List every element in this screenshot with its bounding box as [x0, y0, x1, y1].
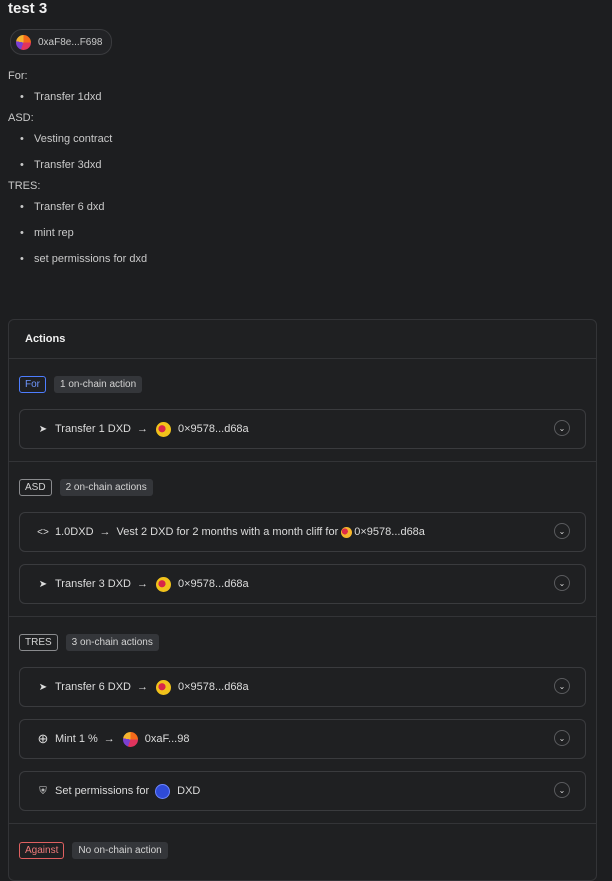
option-group-asd: ASD 2 on-chain actions <> 1.0DXD → Vest …	[9, 462, 596, 617]
recipient-address: 0×9578...d68a	[354, 526, 425, 538]
action-detail: Vest 2 DXD for 2 months with a month cli…	[116, 526, 339, 538]
action-label: Mint 1 %	[55, 733, 98, 745]
action-label: Transfer 3 DXD	[55, 578, 132, 590]
actions-panel: Actions For 1 on-chain action ➤ Transfer…	[8, 319, 597, 881]
action-row[interactable]: ➤ Transfer 1 DXD → 0×9578...d68a ⌄	[19, 409, 586, 449]
action-label: Set permissions for	[55, 785, 150, 797]
recipient-address: 0×9578...d68a	[178, 423, 249, 435]
arrow-icon: →	[137, 578, 149, 590]
send-icon: ➤	[38, 423, 48, 435]
arrow-icon: →	[137, 681, 149, 693]
code-icon: <>	[37, 526, 49, 538]
chevron-down-icon[interactable]: ⌄	[554, 782, 570, 798]
action-count-badge: 1 on-chain action	[54, 375, 143, 393]
arrow-icon: →	[137, 423, 149, 435]
action-amount: 1.0DXD	[55, 526, 94, 538]
recipient-avatar	[341, 526, 353, 538]
action-label: Transfer 1 DXD	[55, 423, 132, 435]
chevron-down-icon[interactable]: ⌄	[554, 523, 570, 539]
action-row[interactable]: <> 1.0DXD → Vest 2 DXD for 2 months with…	[19, 512, 586, 552]
arrow-icon: →	[103, 733, 115, 745]
list-item: Vesting contract	[8, 126, 598, 152]
recipient-address: 0×9578...d68a	[178, 578, 249, 590]
recipient-avatar	[156, 679, 172, 695]
recipient-address: 0xaF...98	[144, 733, 190, 745]
action-count-badge: 2 on-chain actions	[59, 478, 153, 496]
token-logo	[155, 783, 171, 799]
shield-icon: ⛨	[39, 785, 47, 797]
chevron-down-icon[interactable]: ⌄	[554, 730, 570, 746]
section-heading: For:	[8, 70, 28, 82]
option-tag: For	[19, 375, 46, 393]
actions-header: Actions	[9, 320, 596, 359]
section-heading: TRES:	[8, 180, 41, 192]
action-row[interactable]: ➤ Transfer 6 DXD → 0×9578...d68a ⌄	[19, 667, 586, 707]
action-row[interactable]: ⛨ Set permissions for DXD ⌄	[19, 771, 586, 811]
chevron-down-icon[interactable]: ⌄	[554, 678, 570, 694]
author-address: 0xaF8e...F698	[38, 36, 103, 48]
proposal-title: test 3	[8, 0, 48, 17]
recipient-address: 0×9578...d68a	[178, 681, 249, 693]
option-tag: TRES	[19, 633, 58, 651]
action-count-badge: No on-chain action	[72, 841, 168, 859]
send-icon: ➤	[38, 681, 48, 693]
chevron-down-icon[interactable]: ⌄	[554, 420, 570, 436]
send-icon: ➤	[38, 578, 48, 590]
author-chip[interactable]: 0xaF8e...F698	[10, 29, 113, 55]
option-tag: Against	[19, 841, 65, 859]
author-avatar	[16, 34, 31, 50]
list-item: Transfer 1dxd	[8, 84, 598, 110]
chevron-down-icon[interactable]: ⌄	[554, 575, 570, 591]
option-group-for: For 1 on-chain action ➤ Transfer 1 DXD →…	[9, 359, 596, 462]
action-row[interactable]: ⊕ Mint 1 % → 0xaF...98 ⌄	[19, 719, 586, 759]
arrow-icon: →	[99, 526, 111, 538]
list-item: Transfer 3dxd	[8, 152, 598, 178]
section-heading: ASD:	[8, 112, 34, 124]
token-symbol: DXD	[177, 785, 201, 797]
option-tag: ASD	[19, 478, 52, 496]
action-label: Transfer 6 DXD	[55, 681, 132, 693]
proposal-description: For: Transfer 1dxd ASD: Vesting contract…	[8, 68, 598, 272]
action-row[interactable]: ➤ Transfer 3 DXD → 0×9578...d68a ⌄	[19, 564, 586, 604]
recipient-avatar	[156, 421, 172, 437]
mint-icon: ⊕	[37, 731, 49, 746]
list-item: Transfer 6 dxd	[8, 194, 598, 220]
recipient-avatar	[156, 576, 172, 592]
option-group-against: Against No on-chain action	[9, 824, 596, 876]
option-group-tres: TRES 3 on-chain actions ➤ Transfer 6 DXD…	[9, 617, 596, 824]
list-item: set permissions for dxd	[8, 246, 598, 272]
action-count-badge: 3 on-chain actions	[65, 633, 159, 651]
recipient-avatar	[122, 731, 138, 747]
list-item: mint rep	[8, 220, 598, 246]
